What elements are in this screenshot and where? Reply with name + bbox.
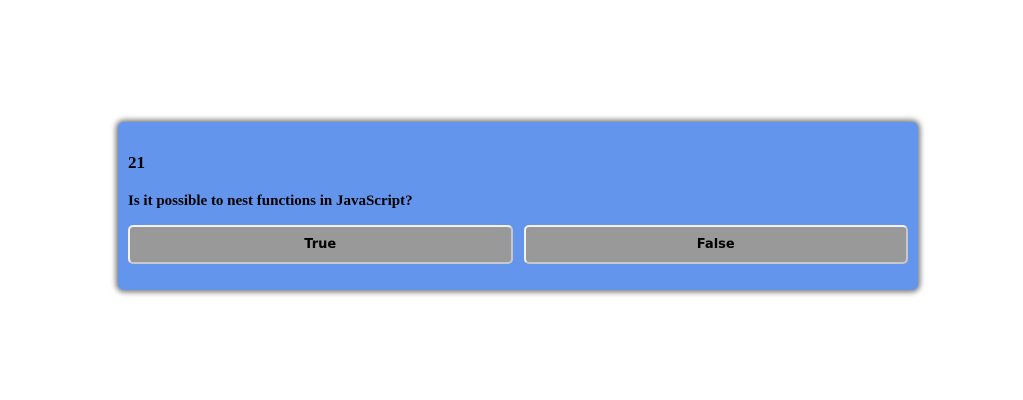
question-text: Is it possible to nest functions in Java… [128,193,413,209]
answer-false-button[interactable]: False [523,225,908,264]
question-number: 21 [128,153,145,172]
answer-true-button[interactable]: True [128,225,513,264]
answer-options: True False [128,225,908,264]
quiz-card: 21 Is it possible to nest functions in J… [118,122,918,290]
